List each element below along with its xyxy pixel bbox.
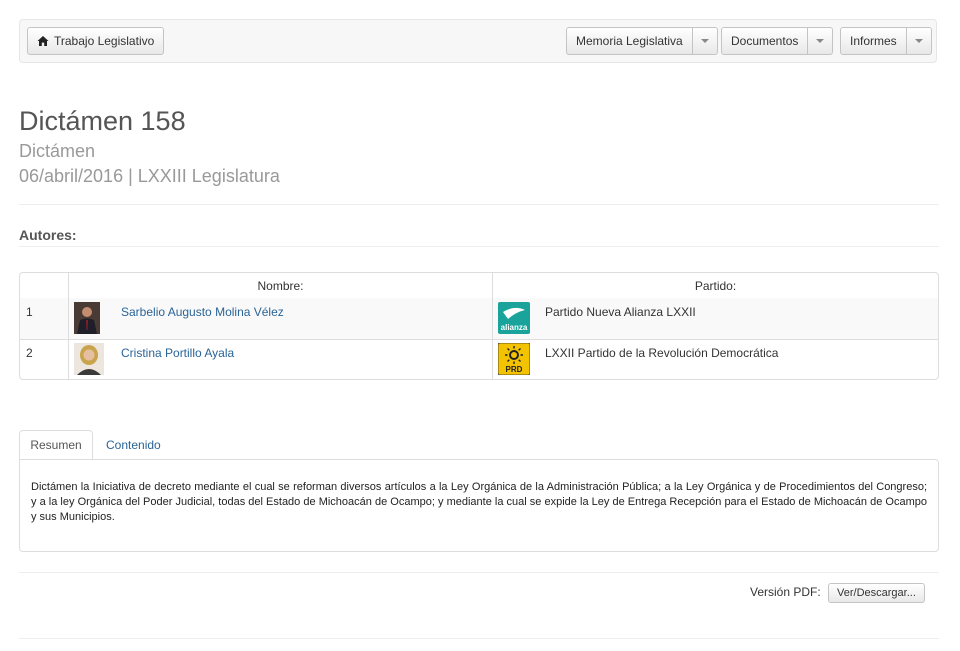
home-button[interactable]: Trabajo Legislativo [27, 27, 165, 55]
row-index: 2 [26, 346, 33, 360]
tab-contenido[interactable]: Contenido [106, 430, 161, 460]
divider [19, 572, 939, 573]
prd-logo: PRD [497, 342, 531, 376]
caret-down-icon [816, 39, 825, 43]
pdf-download-button[interactable]: Ver/Descargar... [828, 583, 925, 603]
informes-button[interactable]: Informes [840, 27, 907, 55]
memoria-legislativa-dropdown[interactable]: Memoria Legislativa [566, 27, 718, 55]
author-photo [74, 302, 100, 334]
authors-section-label: Autores: [19, 227, 77, 243]
documentos-label: Documentos [731, 34, 799, 48]
author-photo [74, 343, 104, 375]
informes-toggle[interactable] [906, 27, 932, 55]
author-name-link[interactable]: Sarbelio Augusto Molina Vélez [121, 305, 284, 319]
column-divider [68, 273, 69, 379]
summary-panel: Dictámen la Iniciativa de decreto median… [19, 459, 939, 552]
column-divider [492, 273, 493, 379]
party-name: LXXII Partido de la Revolución Democráti… [545, 346, 779, 360]
divider [19, 204, 939, 205]
tab-resumen[interactable]: Resumen [19, 430, 93, 460]
memoria-legislativa-button[interactable]: Memoria Legislativa [566, 27, 693, 55]
summary-text: Dictámen la Iniciativa de decreto median… [31, 481, 927, 523]
memoria-legislativa-toggle[interactable] [692, 27, 718, 55]
column-header-name: Nombre: [257, 279, 304, 293]
row-index: 1 [26, 305, 33, 319]
table-row: 2 Cristina Portillo Ayala PRD LXXII Part… [20, 339, 938, 379]
divider [19, 246, 939, 247]
authors-table: Nombre: Partido: 1 Sarbelio Augusto Moli… [19, 272, 939, 380]
home-button-label: Trabajo Legislativo [54, 34, 155, 48]
table-header: Nombre: Partido: [20, 273, 938, 299]
page-title: Dictámen 158 [19, 106, 186, 136]
top-navbar: Trabajo Legislativo Memoria Legislativa … [19, 19, 937, 63]
page-subtitle: Dictámen [19, 141, 96, 161]
content-tabs: Resumen Contenido [19, 430, 939, 460]
column-header-party: Partido: [694, 279, 737, 293]
divider [19, 638, 939, 639]
memoria-legislativa-label: Memoria Legislativa [576, 34, 683, 48]
documentos-button[interactable]: Documentos [721, 27, 809, 55]
page-date-legislature: 06/abril/2016 | LXXIII Legislatura [19, 166, 280, 186]
documentos-dropdown[interactable]: Documentos [721, 27, 834, 55]
informes-dropdown[interactable]: Informes [840, 27, 932, 55]
pdf-version-label: Versión PDF: [750, 585, 821, 599]
nueva-alianza-logo: alianza [498, 302, 530, 334]
home-icon [37, 36, 49, 46]
informes-label: Informes [850, 34, 897, 48]
author-name-link[interactable]: Cristina Portillo Ayala [121, 346, 234, 360]
table-row: 1 Sarbelio Augusto Molina Vélez alianza … [20, 298, 938, 339]
caret-down-icon [914, 39, 923, 43]
nueva-alianza-logo-text: alianza [501, 323, 528, 332]
prd-logo-text: PRD [506, 365, 523, 374]
caret-down-icon [700, 39, 709, 43]
party-name: Partido Nueva Alianza LXXII [545, 305, 696, 319]
documentos-toggle[interactable] [808, 27, 834, 55]
